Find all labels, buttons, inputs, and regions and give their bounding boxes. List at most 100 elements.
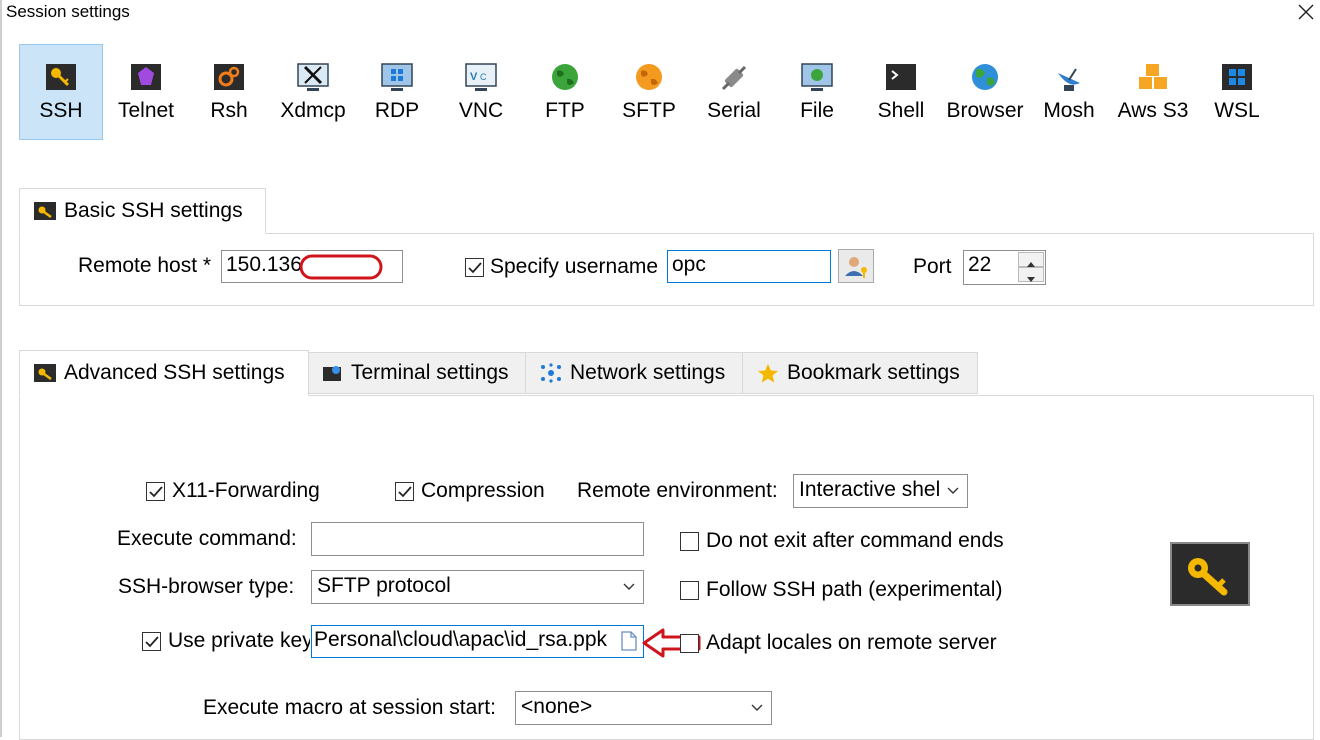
x11-forwarding-label: X11-Forwarding <box>172 479 320 502</box>
specify-username-label: Specify username <box>490 255 659 278</box>
tab-bookmark-settings[interactable]: Bookmark settings <box>742 352 978 394</box>
ssh-key-illustration <box>1170 542 1250 606</box>
x11-forwarding-checkbox[interactable] <box>146 482 165 501</box>
port-decrement-button[interactable] <box>1018 267 1044 282</box>
key-icon <box>34 364 56 382</box>
svg-text:C: C <box>480 72 487 82</box>
star-icon <box>758 364 778 383</box>
execute-macro-value: <none> <box>521 695 593 718</box>
do-not-exit-label: Do not exit after command ends <box>706 529 1004 552</box>
remote-environment-select[interactable]: Interactive shel <box>793 474 968 508</box>
document-icon <box>621 631 637 651</box>
session-type-vnc[interactable]: V C VNC <box>439 44 523 140</box>
remote-host-label: Remote host * <box>78 254 212 277</box>
terminal-icon <box>886 64 916 90</box>
windows-logo-icon <box>1222 64 1252 90</box>
execute-macro-select[interactable]: <none> <box>515 691 772 725</box>
adapt-locales-label: Adapt locales on remote server <box>706 631 997 654</box>
follow-ssh-path-label: Follow SSH path (experimental) <box>706 578 1003 601</box>
tab-network-settings[interactable]: Network settings <box>525 352 743 394</box>
session-type-aws-s3[interactable]: Aws S3 <box>1111 44 1195 140</box>
window-left-edge <box>0 0 2 737</box>
arrow-down-icon <box>1027 277 1035 282</box>
chevron-down-icon <box>751 704 763 711</box>
checkmark-icon <box>398 486 412 498</box>
use-private-key-checkbox[interactable] <box>142 632 161 651</box>
private-key-path-input[interactable]: Personal\cloud\apac\id_rsa.ppk <box>311 625 644 658</box>
remote-environment-label: Remote environment: <box>577 479 778 502</box>
redaction-ellipse <box>299 254 383 280</box>
port-spinner[interactable]: 22 <box>963 250 1046 285</box>
close-icon <box>1298 4 1314 20</box>
port-increment-button[interactable] <box>1018 252 1044 267</box>
compression-checkbox[interactable] <box>395 482 414 501</box>
chevron-down-icon <box>623 583 635 590</box>
execute-command-label: Execute command: <box>117 527 297 550</box>
tab-advanced-ssh-settings[interactable]: Advanced SSH settings <box>19 350 309 396</box>
satellite-icon <box>1058 68 1080 91</box>
session-type-shell[interactable]: Shell <box>859 44 943 140</box>
checkmark-icon <box>145 636 159 648</box>
network-icon <box>541 363 561 383</box>
user-key-icon <box>845 257 867 278</box>
checkmark-icon <box>468 262 482 274</box>
session-type-xdmcp[interactable]: Xdmcp <box>271 44 355 140</box>
browse-key-file-button[interactable] <box>617 629 641 654</box>
user-manager-button[interactable] <box>838 249 874 283</box>
earth-globe-icon <box>972 64 998 90</box>
ssh-browser-type-label: SSH-browser type: <box>118 575 295 598</box>
session-type-browser[interactable]: Browser <box>943 44 1027 140</box>
session-type-ssh[interactable]: SSH <box>19 44 103 140</box>
remote-host-value: 150.136 <box>226 253 302 276</box>
session-type-wsl[interactable]: WSL <box>1195 44 1279 140</box>
tab-label: Terminal settings <box>351 361 509 384</box>
serial-plug-icon <box>721 65 747 91</box>
checkmark-icon <box>149 486 163 498</box>
ssh-browser-type-value: SFTP protocol <box>317 574 451 597</box>
windows-monitor-icon <box>381 63 413 91</box>
use-private-key-label: Use private key <box>168 629 310 652</box>
session-type-label: WSL <box>1214 99 1260 122</box>
orange-globe-icon <box>636 64 662 90</box>
x-window-icon <box>297 63 329 91</box>
username-input[interactable]: opc <box>667 250 831 283</box>
session-type-sftp[interactable]: SFTP <box>607 44 691 140</box>
advanced-settings-panel <box>19 395 1314 740</box>
tab-label: Bookmark settings <box>787 361 960 384</box>
key-icon <box>46 64 76 90</box>
private-key-path-value: Personal\cloud\apac\id_rsa.ppk <box>314 628 608 651</box>
session-type-telnet[interactable]: Telnet <box>104 44 188 140</box>
svg-text:V: V <box>470 71 478 83</box>
do-not-exit-checkbox[interactable] <box>680 532 699 551</box>
purple-gem-icon <box>131 64 161 90</box>
port-value: 22 <box>968 253 992 276</box>
remote-environment-value: Interactive shel <box>799 478 941 501</box>
session-type-rdp[interactable]: RDP <box>355 44 439 140</box>
file-monitor-icon <box>801 63 833 91</box>
window-title: Session settings <box>6 2 130 21</box>
follow-ssh-path-checkbox[interactable] <box>680 581 699 600</box>
tab-label: Advanced SSH settings <box>64 361 285 384</box>
adapt-locales-checkbox[interactable] <box>680 634 699 653</box>
session-type-rsh[interactable]: Rsh <box>187 44 271 140</box>
compression-label: Compression <box>421 479 545 502</box>
execute-macro-label: Execute macro at session start: <box>203 696 496 719</box>
cubes-icon <box>1139 64 1167 89</box>
ssh-browser-type-select[interactable]: SFTP protocol <box>311 570 644 604</box>
chevron-down-icon <box>947 487 959 494</box>
close-button[interactable] <box>1294 0 1318 24</box>
key-icon <box>34 202 56 220</box>
tab-terminal-settings[interactable]: Terminal settings <box>308 352 526 394</box>
vnc-monitor-icon: V C <box>465 63 497 91</box>
terminal-settings-icon <box>323 366 341 381</box>
session-type-file[interactable]: File <box>775 44 859 140</box>
execute-command-input[interactable] <box>311 522 644 556</box>
key-icon <box>1188 558 1228 596</box>
green-globe-icon <box>552 64 578 90</box>
tab-label: Basic SSH settings <box>64 199 243 222</box>
tab-basic-ssh-settings[interactable]: Basic SSH settings <box>19 188 266 234</box>
session-type-serial[interactable]: Serial <box>692 44 776 140</box>
session-type-ftp[interactable]: FTP <box>523 44 607 140</box>
session-type-mosh[interactable]: Mosh <box>1027 44 1111 140</box>
specify-username-checkbox[interactable] <box>465 258 484 277</box>
